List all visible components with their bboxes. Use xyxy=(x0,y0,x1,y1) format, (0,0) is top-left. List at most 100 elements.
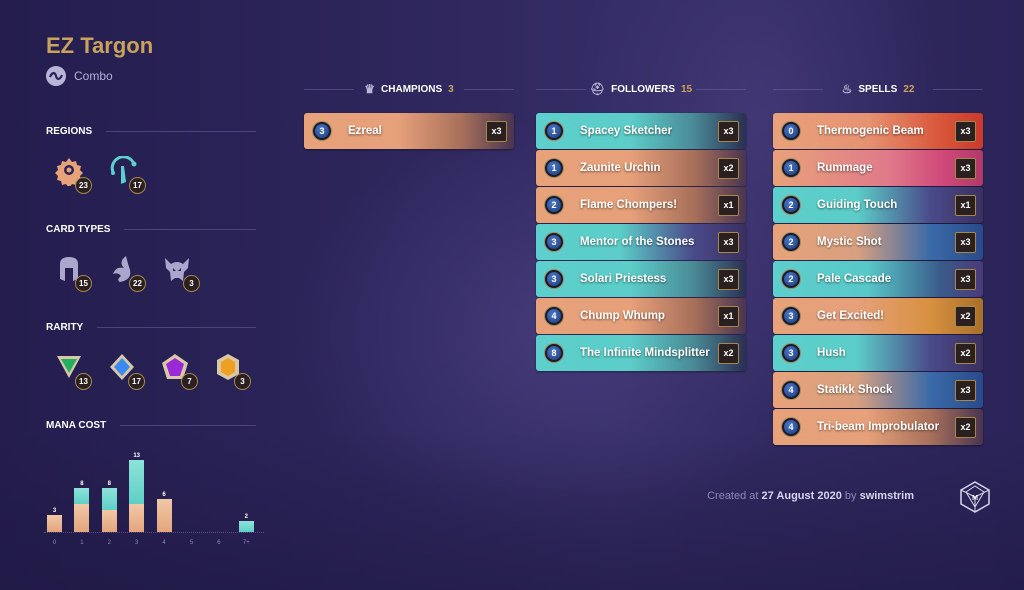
x-tick-label: 7+ xyxy=(242,540,250,546)
x-tick-label: 1 xyxy=(80,540,84,546)
card-row[interactable]: 3 Hush x2 xyxy=(773,335,983,371)
card-row[interactable]: 4 Tri-beam Improbulator x2 xyxy=(773,409,983,445)
mana-bar[interactable] xyxy=(74,487,90,532)
card-type-count-badge: 22 xyxy=(129,275,146,292)
card-row[interactable]: 1 Rummage x3 xyxy=(773,150,983,186)
champions-label: CHAMPIONS xyxy=(381,83,443,95)
archetype-label: Combo xyxy=(74,69,113,83)
region-targon[interactable]: 17 xyxy=(108,155,146,194)
bar-segment-piltover-zaun xyxy=(74,504,90,532)
mana-cost-gem: 1 xyxy=(545,159,563,177)
card-row[interactable]: 4 Statikk Shock x3 xyxy=(773,372,983,408)
spells-count: 22 xyxy=(903,83,915,95)
mana-cost-gem: 1 xyxy=(545,122,563,140)
followers-header: ⛑ FOLLOWERS 15 xyxy=(536,80,746,98)
followers-label: FOLLOWERS xyxy=(611,83,675,95)
card-quantity: x3 xyxy=(955,268,976,290)
deck-title: EZ Targon xyxy=(46,33,154,58)
card-quantity: x3 xyxy=(955,379,976,401)
card-quantity: x3 xyxy=(486,120,507,142)
card-name: Tri-beam Improbulator xyxy=(817,421,940,433)
regions-row: 23 17 xyxy=(54,155,146,194)
card-row[interactable]: 0 Thermogenic Beam x3 xyxy=(773,113,983,149)
mana-cost-gem: 4 xyxy=(782,381,800,399)
mana-cost-gem: 3 xyxy=(782,307,800,325)
bar-segment-targon xyxy=(238,520,254,532)
card-types-row: 15 22 3 xyxy=(54,254,200,292)
card-name: Statikk Shock xyxy=(817,384,893,396)
card-type-spells[interactable]: 22 xyxy=(108,254,146,292)
champions-list: 3 Ezreal x3 xyxy=(304,113,514,149)
card-quantity: x2 xyxy=(955,416,976,438)
card-row[interactable]: 3 Mentor of the Stones x3 xyxy=(536,224,746,260)
mana-cost-gem: 2 xyxy=(782,270,800,288)
card-name: Mystic Shot xyxy=(817,236,882,248)
card-name: Ezreal xyxy=(348,125,382,137)
bar-segment-piltover-zaun xyxy=(129,504,145,532)
mana-cost-gem: 8 xyxy=(545,344,563,362)
card-row[interactable]: 1 Zaunite Urchin x2 xyxy=(536,150,746,186)
card-row[interactable]: 2 Guiding Touch x1 xyxy=(773,187,983,223)
card-name: Spacey Sketcher xyxy=(580,125,673,137)
divider xyxy=(120,425,256,426)
card-row[interactable]: 3 Ezreal x3 xyxy=(304,113,514,149)
mana-bar[interactable] xyxy=(47,515,62,532)
region-count-badge: 23 xyxy=(75,177,92,194)
bar-value-label: 6 xyxy=(162,491,166,498)
card-row[interactable]: 3 Solari Priestess x3 xyxy=(536,261,746,297)
card-row[interactable]: 8 The Infinite Mindsplitter x2 xyxy=(536,335,746,371)
card-quantity: x1 xyxy=(955,194,976,216)
card-row[interactable]: 2 Mystic Shot x3 xyxy=(773,224,983,260)
champions-column: ♛ CHAMPIONS 3 3 Ezreal x3 xyxy=(304,80,514,149)
mobalytics-logo-icon[interactable]: M xyxy=(958,480,992,514)
regions-section-title: REGIONS xyxy=(46,126,256,137)
mana-cost-gem: 3 xyxy=(545,270,563,288)
card-row[interactable]: 2 Pale Cascade x3 xyxy=(773,261,983,297)
mana-cost-gem: 2 xyxy=(782,196,800,214)
mana-bar[interactable] xyxy=(129,460,145,532)
bar-value-label: 8 xyxy=(107,480,111,487)
card-quantity: x3 xyxy=(955,231,976,253)
divider xyxy=(97,327,256,328)
rarity-count-badge: 7 xyxy=(181,373,198,390)
mana-cost-gem: 2 xyxy=(545,196,563,214)
card-quantity: x1 xyxy=(718,194,739,216)
rarity-epic[interactable]: 7 xyxy=(160,352,198,390)
card-type-count-badge: 3 xyxy=(183,275,200,292)
mana-cost-gem: 3 xyxy=(782,344,800,362)
card-row[interactable]: 3 Get Excited! x2 xyxy=(773,298,983,334)
bar-segment-piltover-zaun xyxy=(47,515,62,532)
card-row[interactable]: 4 Chump Whump x1 xyxy=(536,298,746,334)
followers-column: ⛑ FOLLOWERS 15 1 Spacey Sketcher x3 1 Zaunit… xyxy=(536,80,746,371)
bar-value-label: 3 xyxy=(52,508,57,515)
mana-bar[interactable] xyxy=(156,498,172,532)
card-types-label: CARD TYPES xyxy=(46,224,111,235)
bar-segment-targon xyxy=(129,460,145,505)
spells-header: ♨ SPELLS 22 xyxy=(773,80,983,98)
card-name: Mentor of the Stones xyxy=(580,236,695,248)
mana-cost-chart: 0 3 1 8 2 8 3 13 4 6 5 6 7+ 2 xyxy=(44,450,264,550)
card-quantity: x2 xyxy=(955,305,976,327)
spells-list: 0 Thermogenic Beam x3 1 Rummage x3 2 Guiding To… xyxy=(773,113,983,445)
bar-value-label: 8 xyxy=(80,480,84,487)
mana-cost-gem: 1 xyxy=(782,159,800,177)
mana-cost-section-title: MANA COST xyxy=(46,420,256,431)
author-link[interactable]: swimstrim xyxy=(860,490,914,502)
mana-bar[interactable] xyxy=(238,520,254,532)
combo-icon xyxy=(46,66,66,86)
card-row[interactable]: 2 Flame Chompers! x1 xyxy=(536,187,746,223)
rarity-champion[interactable]: 3 xyxy=(213,352,251,390)
card-name: Hush xyxy=(817,347,846,359)
rarity-rare[interactable]: 17 xyxy=(107,352,145,390)
rarity-row: 13 17 7 3 xyxy=(54,352,251,390)
card-type-followers[interactable]: 15 xyxy=(54,254,92,292)
card-type-champions[interactable]: 3 xyxy=(162,254,200,292)
mana-bar[interactable] xyxy=(101,487,117,532)
champions-header: ♛ CHAMPIONS 3 xyxy=(304,80,514,98)
mana-cost-gem: 3 xyxy=(313,122,331,140)
region-piltover-zaun[interactable]: 23 xyxy=(54,156,92,194)
rarity-common[interactable]: 13 xyxy=(54,352,92,390)
card-row[interactable]: 1 Spacey Sketcher x3 xyxy=(536,113,746,149)
bar-segment-piltover-zaun xyxy=(156,498,172,532)
rarity-section-title: RARITY xyxy=(46,322,256,333)
